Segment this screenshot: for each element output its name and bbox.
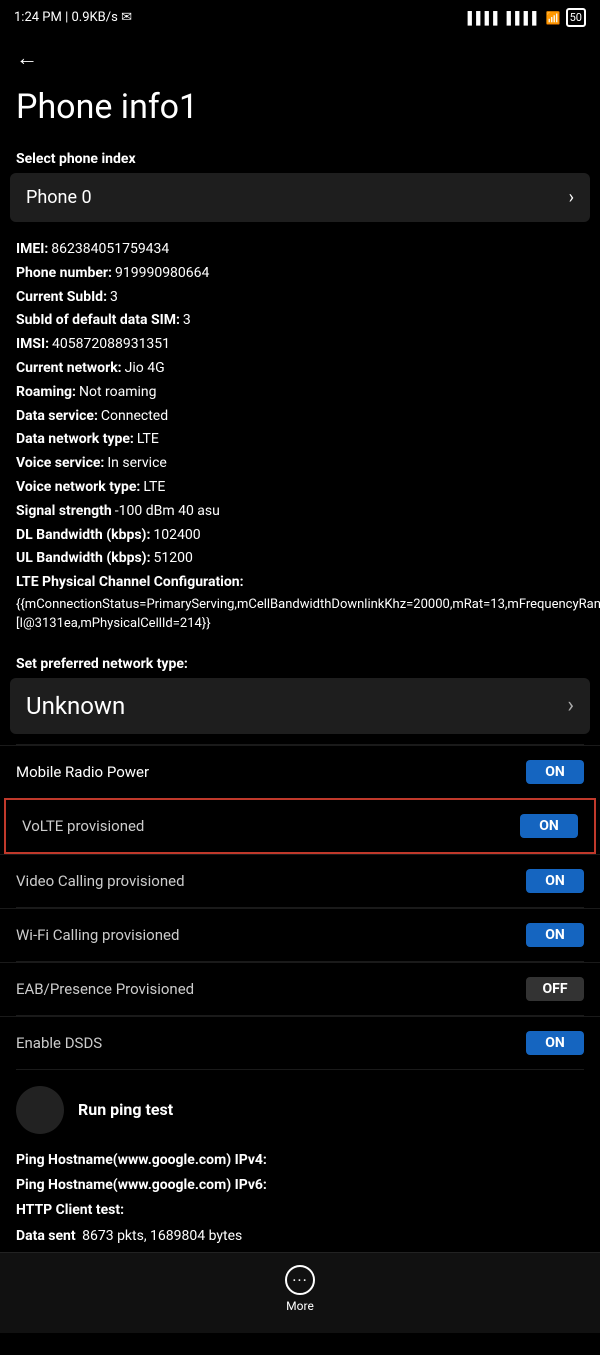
- phone-index-label: Select phone index: [0, 147, 600, 173]
- back-button[interactable]: ←: [0, 31, 600, 77]
- data-service-label: Data service:: [16, 405, 98, 429]
- data-sent-value: 8673 pkts, 1689804 bytes: [82, 1224, 242, 1249]
- imsi-value: 405872088931351: [52, 333, 170, 357]
- ipv4-ping-label: Ping Hostname(www.google.com) IPv4:: [16, 1148, 267, 1173]
- signal-strength-label: Signal strength: [16, 500, 112, 524]
- ipv6-ping-label: Ping Hostname(www.google.com) IPv6:: [16, 1173, 267, 1198]
- battery-level: 50: [570, 11, 582, 24]
- volte-provisioned-label: VoLTE provisioned: [22, 817, 144, 835]
- eab-presence-label: EAB/Presence Provisioned: [16, 980, 194, 998]
- page-title: Phone info1: [0, 77, 600, 147]
- mobile-radio-power-row: Mobile Radio Power ON: [0, 745, 600, 798]
- current-network-value: Jio 4G: [125, 357, 165, 381]
- signal-strength-value: -100 dBm 40 asu: [115, 500, 220, 524]
- ul-bandwidth-value: 51200: [154, 547, 193, 571]
- imei-value: 862384051759434: [51, 238, 169, 262]
- lte-config-label: LTE Physical Channel Configuration:: [16, 571, 244, 595]
- current-subid-label: Current SubId:: [16, 286, 107, 310]
- battery-icon: 50: [566, 8, 586, 27]
- roaming-value: Not roaming: [79, 381, 157, 405]
- ping-test-section: Run ping test: [0, 1070, 600, 1142]
- ul-bandwidth-label: UL Bandwidth (kbps):: [16, 547, 151, 571]
- lte-config-value: {{mConnectionStatus=PrimaryServing,mCell…: [16, 595, 600, 634]
- video-calling-label: Video Calling provisioned: [16, 872, 185, 890]
- voice-network-type-label: Voice network type:: [16, 476, 140, 500]
- ping-avatar: [16, 1086, 64, 1134]
- video-calling-toggle[interactable]: ON: [526, 869, 584, 893]
- signal-icon-2: ▌▌▌▌: [507, 11, 541, 25]
- data-network-type-label: Data network type:: [16, 428, 134, 452]
- wifi-calling-toggle[interactable]: ON: [526, 923, 584, 947]
- subid-default-label: SubId of default data SIM:: [16, 309, 180, 333]
- status-icons: ▌▌▌▌ ▌▌▌▌ 📶 50: [468, 8, 586, 27]
- status-time: 1:24 PM: [14, 10, 62, 25]
- mobile-radio-power-label: Mobile Radio Power: [16, 763, 149, 781]
- phone-index-value: Phone 0: [26, 187, 92, 208]
- imei-label: IMEI:: [16, 238, 48, 262]
- data-sent-label: Data sent: [16, 1224, 76, 1249]
- mobile-radio-power-toggle[interactable]: ON: [526, 760, 584, 784]
- roaming-label: Roaming:: [16, 381, 76, 405]
- enable-dsds-row: Enable DSDS ON: [0, 1016, 600, 1069]
- enable-dsds-toggle[interactable]: ON: [526, 1031, 584, 1055]
- phone-index-dropdown[interactable]: Phone 0 ›: [10, 173, 590, 222]
- voice-service-label: Voice service:: [16, 452, 104, 476]
- status-bar: 1:24 PM | 0.9KB/s ✉ ▌▌▌▌ ▌▌▌▌ 📶 50: [0, 0, 600, 31]
- status-time-network: 1:24 PM | 0.9KB/s ✉: [14, 10, 132, 25]
- data-network-type-value: LTE: [137, 428, 159, 452]
- data-service-value: Connected: [101, 405, 168, 429]
- chevron-right-icon-2: ›: [567, 693, 574, 718]
- preferred-network-label: Set preferred network type:: [0, 644, 600, 678]
- volte-provisioned-toggle[interactable]: ON: [520, 814, 578, 838]
- volte-provisioned-row: VoLTE provisioned ON: [4, 798, 596, 854]
- back-arrow-icon: ←: [16, 46, 38, 71]
- video-calling-row: Video Calling provisioned ON: [0, 854, 600, 907]
- more-nav-label: More: [286, 1299, 314, 1313]
- phone-number-value: 919990980664: [115, 262, 209, 286]
- run-ping-test-button[interactable]: Run ping test: [78, 1100, 173, 1119]
- phone-number-label: Phone number:: [16, 262, 112, 286]
- status-network-speed: 0.9KB/s: [71, 10, 117, 25]
- enable-dsds-label: Enable DSDS: [16, 1034, 102, 1052]
- wifi-icon: 📶: [546, 11, 561, 25]
- dl-bandwidth-label: DL Bandwidth (kbps):: [16, 524, 150, 548]
- eab-presence-row: EAB/Presence Provisioned OFF: [0, 962, 600, 1015]
- wifi-calling-row: Wi-Fi Calling provisioned ON: [0, 908, 600, 961]
- current-subid-value: 3: [110, 286, 118, 310]
- voice-service-value: In service: [107, 452, 166, 476]
- more-icon: ···: [285, 1265, 315, 1295]
- phone-info-block: IMEI: 862384051759434 Phone number: 9199…: [0, 238, 600, 644]
- ping-results-block: Ping Hostname(www.google.com) IPv4: Ping…: [0, 1142, 600, 1265]
- wifi-calling-label: Wi-Fi Calling provisioned: [16, 926, 179, 944]
- http-test-label: HTTP Client test:: [16, 1198, 124, 1223]
- eab-presence-toggle[interactable]: OFF: [526, 977, 584, 1001]
- dl-bandwidth-value: 102400: [153, 524, 200, 548]
- bottom-nav: ··· More: [0, 1252, 600, 1333]
- more-nav-item[interactable]: ··· More: [285, 1265, 315, 1313]
- preferred-network-value: Unknown: [26, 692, 125, 720]
- preferred-network-dropdown[interactable]: Unknown ›: [10, 678, 590, 734]
- signal-icon: ▌▌▌▌: [468, 11, 502, 25]
- subid-default-value: 3: [183, 309, 191, 333]
- voice-network-type-value: LTE: [143, 476, 165, 500]
- current-network-label: Current network:: [16, 357, 122, 381]
- chevron-right-icon: ›: [569, 187, 574, 208]
- imsi-label: IMSI:: [16, 333, 49, 357]
